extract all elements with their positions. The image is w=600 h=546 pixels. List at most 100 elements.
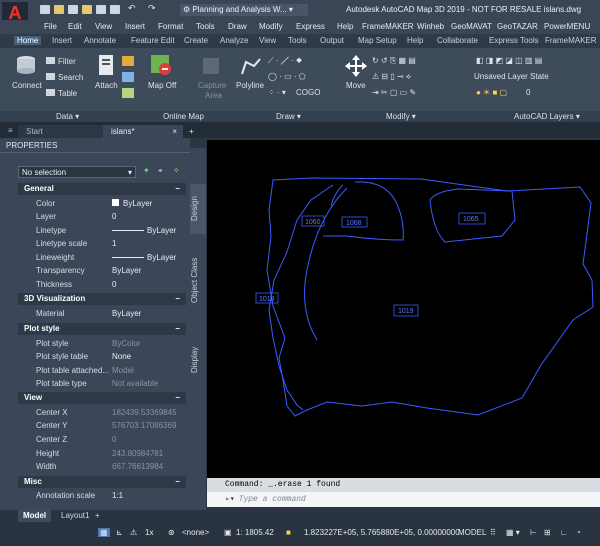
save-icon[interactable] (68, 5, 78, 14)
new-icon[interactable] (40, 5, 50, 14)
drawing-svg[interactable]: 1060 1068 1065 1018 1019 (207, 140, 600, 478)
snap-grid-icon[interactable]: ⠿ (490, 528, 496, 537)
tab-tools[interactable]: Tools (288, 36, 307, 45)
menu-modify[interactable]: Modify (259, 22, 283, 31)
menu-file[interactable]: File (44, 22, 57, 31)
command-input[interactable]: ▹▾ Type a command (207, 492, 600, 507)
prop-value-material[interactable]: ByLayer (112, 309, 141, 318)
parcel-label-1060[interactable]: 1060 (305, 219, 321, 226)
tab-start[interactable]: Start (18, 125, 103, 138)
search-icon[interactable] (46, 73, 55, 80)
tab-output[interactable]: Output (320, 36, 344, 45)
redo-icon[interactable]: ↷ (148, 3, 158, 13)
new-layout-icon[interactable]: + (90, 510, 105, 522)
lock-icon[interactable]: ■ (286, 528, 291, 537)
viewport-scale[interactable]: <none> (182, 528, 209, 537)
menu-format[interactable]: Format (158, 22, 183, 31)
filter-icon[interactable] (46, 57, 55, 64)
tab-create[interactable]: Create (184, 36, 208, 45)
selection-dropdown[interactable]: No selection ▾ (18, 166, 136, 178)
infer-icon[interactable]: ⊢ (530, 528, 537, 537)
menu-view[interactable]: View (95, 22, 112, 31)
menu-edit[interactable]: Edit (68, 22, 82, 31)
tab-analyze[interactable]: Analyze (220, 36, 248, 45)
scale-icon[interactable]: ▣ (224, 528, 232, 537)
command-prompt-icon[interactable]: ▹▾ (225, 495, 235, 504)
prop-value-lineweight[interactable]: ByLayer (112, 253, 176, 262)
tab-insert[interactable]: Insert (52, 36, 72, 45)
tab-collaborate[interactable]: Collaborate (437, 36, 478, 45)
connect-icon[interactable] (14, 54, 38, 76)
table-icon[interactable] (46, 89, 55, 96)
search-label[interactable]: Search (58, 73, 83, 82)
panel-draw[interactable]: Draw ▾ (276, 112, 301, 121)
panel-online-map[interactable]: Online Map (163, 112, 204, 121)
parcel-1068-boundary[interactable] (323, 181, 404, 241)
quick-select-icon[interactable]: ✦ (143, 166, 150, 175)
layer-current[interactable]: 0 (526, 88, 530, 97)
menu-insert[interactable]: Insert (125, 22, 145, 31)
undo-icon[interactable]: ↶ (128, 3, 138, 13)
menu-winheb[interactable]: Winheb (417, 22, 444, 31)
close-tab-icon[interactable]: × (172, 125, 177, 138)
table-label[interactable]: Table (58, 89, 77, 98)
section-view[interactable]: View – (18, 392, 186, 404)
menu-tools[interactable]: Tools (196, 22, 215, 31)
ortho-mode-icon[interactable]: ∟ (560, 528, 568, 537)
vtab-display[interactable]: Display (190, 338, 206, 382)
menu-powermenu[interactable]: PowerMENU (544, 22, 590, 31)
tab-home[interactable]: Home (14, 36, 42, 45)
data-tool-icon-2[interactable] (122, 72, 134, 82)
polyline-icon[interactable] (240, 56, 262, 78)
panel-modify[interactable]: Modify ▾ (386, 112, 416, 121)
dynamic-input-icon[interactable]: ⊞ (544, 528, 551, 537)
vtab-object-class[interactable]: Object Class (190, 248, 206, 312)
panel-data[interactable]: Data ▾ (56, 112, 79, 121)
new-tab-icon[interactable]: + (186, 125, 200, 138)
pickadd-icon[interactable]: ✧ (173, 166, 180, 175)
attach-label[interactable]: Attach (95, 81, 118, 90)
data-tool-icon[interactable] (122, 56, 134, 66)
section-general[interactable]: General – (18, 183, 186, 195)
ortho-icon[interactable]: ⊾ (116, 528, 123, 537)
vtab-design[interactable]: Design (190, 184, 206, 234)
modify-tools-row3[interactable]: ⇥ ✂ ▢ ▭ ✎ (372, 88, 416, 97)
tab-menu-icon[interactable]: ≡ (8, 126, 13, 135)
open-icon[interactable] (54, 5, 64, 14)
tab-express-tools[interactable]: Express Tools (489, 36, 539, 45)
move-label[interactable]: Move (346, 81, 366, 90)
saveas-icon[interactable] (82, 5, 92, 14)
tab-annotate[interactable]: Annotate (84, 36, 116, 45)
tab-model[interactable]: Model (18, 510, 52, 522)
cogo-label[interactable]: COGO (296, 88, 320, 97)
menu-help[interactable]: Help (337, 22, 353, 31)
layout-icon[interactable] (110, 5, 120, 14)
move-icon[interactable] (344, 54, 368, 78)
tab-layout1[interactable]: Layout1 (56, 510, 94, 522)
attach-icon[interactable] (97, 54, 117, 78)
menu-geotazar[interactable]: GeoTAZAR (497, 22, 538, 31)
parcel-label-1019[interactable]: 1019 (398, 308, 414, 315)
parcel-1060-boundary[interactable] (330, 184, 344, 207)
grid-toggle-icon[interactable]: ▦ (98, 528, 110, 537)
polyline-label[interactable]: Polyline (236, 81, 264, 90)
panel-autocad-layers[interactable]: AutoCAD Layers ▾ (514, 112, 580, 121)
tab-view[interactable]: View (259, 36, 276, 45)
point-tool-icon[interactable]: ⁘ · ▾ (268, 88, 286, 97)
prop-value-transparency[interactable]: ByLayer (112, 266, 141, 275)
tab-framemaker[interactable]: FrameMAKER (545, 36, 597, 45)
select-objects-icon[interactable]: ⌖ (158, 166, 163, 176)
viewport-icon[interactable]: ⊛ (168, 528, 175, 537)
tab-help[interactable]: Help (407, 36, 423, 45)
section-plot-style[interactable]: Plot style – (18, 323, 186, 335)
parcel-1018-boundary[interactable] (268, 184, 334, 411)
menu-framemaker[interactable]: FrameMAKER (362, 22, 414, 31)
grid-icon[interactable]: ▦ ▾ (506, 528, 520, 537)
connect-label[interactable]: Connect (12, 81, 42, 90)
drawing-canvas[interactable]: 1060 1068 1065 1018 1019 (207, 140, 600, 478)
parcel-label-1018[interactable]: 1018 (259, 296, 275, 303)
parcel-label-1065[interactable]: 1065 (463, 216, 479, 223)
circle-tool-icon[interactable]: ◯ · ▭ · ⬠ (268, 72, 306, 81)
prop-value-ltscale[interactable]: 1 (112, 239, 116, 248)
layer-state-dropdown[interactable]: Unsaved Layer State (474, 72, 549, 81)
